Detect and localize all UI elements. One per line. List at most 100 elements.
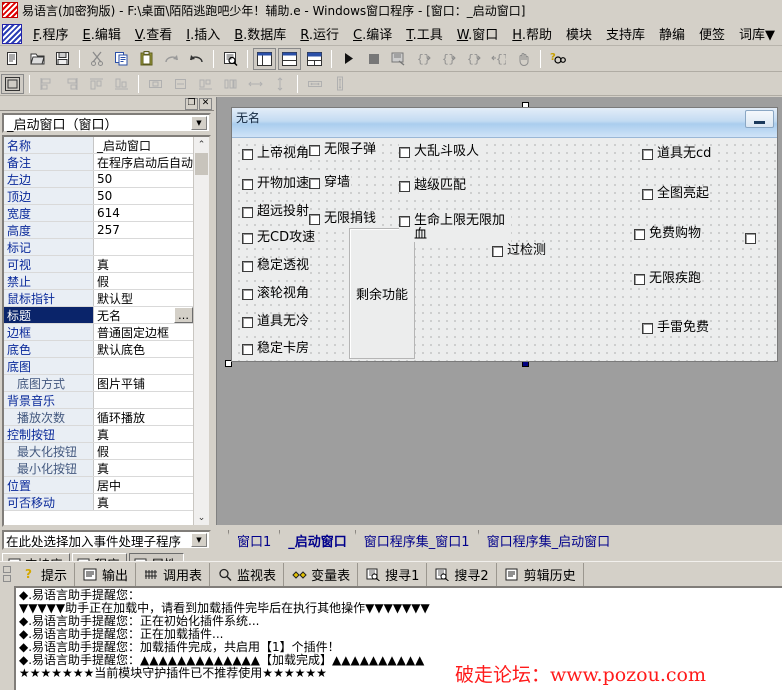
checkbox-开物加速[interactable]: 开物加速 [242, 176, 311, 192]
menu-item-8[interactable]: W.窗口 [450, 22, 506, 45]
checkbox-box[interactable] [745, 233, 756, 244]
undo-icon[interactable] [185, 48, 208, 70]
property-row[interactable]: 底图方式 图片平铺 [4, 375, 193, 392]
bottom-tab-0[interactable]: ? 提示 [14, 562, 76, 586]
property-value[interactable]: 图片平铺 [94, 375, 193, 391]
checkbox-无限捐钱[interactable]: 无限捐钱 [309, 211, 378, 227]
checkbox-稳定透视[interactable]: 稳定透视 [242, 258, 311, 274]
property-row[interactable]: 标记 [4, 239, 193, 256]
paste-icon[interactable] [135, 48, 158, 70]
event-selector-combo[interactable]: 在此处选择加入事件处理子程序 ▼ [2, 530, 211, 550]
menu-item-7[interactable]: T.工具 [399, 22, 450, 45]
checkbox-unlabeled-20[interactable] [745, 230, 757, 245]
form-designer-icon[interactable] [1, 73, 24, 94]
property-value[interactable] [94, 358, 193, 374]
checkbox-box[interactable] [492, 246, 503, 257]
open-folder-icon[interactable] [26, 48, 49, 70]
property-row[interactable]: 禁止假 [4, 273, 193, 290]
checkbox-box[interactable] [242, 344, 253, 355]
save-icon[interactable] [51, 48, 74, 70]
property-row[interactable]: 底色 默认底色 [4, 341, 193, 358]
view-tab-1[interactable]: _启动窗口 [273, 530, 355, 550]
property-value[interactable]: 循环播放 [94, 409, 193, 425]
checkbox-手雷免费[interactable]: 手雷免费 [642, 320, 711, 336]
align-right-icon[interactable] [60, 74, 83, 94]
property-row[interactable]: 备注 在程序启动后自动 [4, 154, 193, 171]
checkbox-box[interactable] [242, 289, 253, 300]
checkbox-box[interactable] [242, 261, 253, 272]
checkbox-box[interactable] [242, 179, 253, 190]
checkbox-box[interactable] [242, 207, 253, 218]
copy-icon[interactable] [110, 48, 133, 70]
menu-item-6[interactable]: C.编译 [346, 22, 399, 45]
form-canvas[interactable]: 剩余功能 上帝视角 开物加速 超远投射 无CD攻速 稳定透视 滚轮视角 道具无冷 稳定卡房 无限… [232, 138, 777, 361]
property-row[interactable]: 鼠标指针 默认型 [4, 290, 193, 307]
chevron-down-icon[interactable]: ▼ [191, 533, 207, 547]
run-to-cursor-icon[interactable]: {} [487, 48, 510, 70]
hand-icon[interactable] [512, 48, 535, 70]
space-horizontal-icon[interactable] [219, 74, 242, 94]
checkbox-box[interactable] [399, 147, 410, 158]
layout-rows-icon[interactable] [278, 47, 301, 70]
property-value[interactable]: 真 [94, 256, 193, 272]
property-value[interactable]: 默认型 [94, 290, 193, 306]
bottom-tab-7[interactable]: 剪辑历史 [497, 562, 584, 586]
property-row[interactable]: 背景音乐 [4, 392, 193, 409]
checkbox-无限疾跑[interactable]: 无限疾跑 [634, 271, 703, 287]
property-editor-button[interactable]: … [174, 307, 193, 323]
property-value[interactable]: 无名… [94, 307, 193, 323]
property-row[interactable]: 底图 [4, 358, 193, 375]
checkbox-无CD攻速[interactable]: 无CD攻速 [242, 230, 317, 246]
menu-item-9[interactable]: H.帮助 [505, 22, 559, 45]
checkbox-大乱斗吸人[interactable]: 大乱斗吸人 [399, 144, 481, 160]
property-row[interactable]: 顶边 50 [4, 188, 193, 205]
property-value[interactable]: 真 [94, 426, 193, 442]
view-tab-2[interactable]: 窗口程序集_窗口1 [348, 530, 478, 550]
checkbox-box[interactable] [399, 181, 410, 192]
menu-item-5[interactable]: R.运行 [293, 22, 346, 45]
space-vertical-icon[interactable] [194, 74, 217, 94]
property-row[interactable]: 最大化按钮假 [4, 443, 193, 460]
cut-icon[interactable] [85, 48, 108, 70]
property-row[interactable]: 可否移动真 [4, 494, 193, 511]
property-row[interactable]: 播放次数 循环播放 [4, 409, 193, 426]
bottom-tab-5[interactable]: 搜寻1 [358, 562, 428, 586]
size-width-icon[interactable] [303, 74, 326, 94]
checkbox-box[interactable] [309, 145, 320, 156]
chevron-down-icon[interactable]: ▼ [191, 116, 207, 130]
property-value[interactable]: 真 [94, 460, 193, 476]
checkbox-上帝视角[interactable]: 上帝视角 [242, 146, 311, 162]
bottom-tab-3[interactable]: 监视表 [210, 562, 285, 586]
view-tab-0[interactable]: 窗口1 [222, 530, 280, 550]
menu-item-13[interactable]: 便签 [692, 22, 732, 45]
same-height-icon[interactable] [269, 74, 292, 94]
property-row[interactable]: 可视真 [4, 256, 193, 273]
menu-item-2[interactable]: V.查看 [128, 22, 179, 45]
layout-columns-icon[interactable] [253, 47, 276, 70]
bottom-tab-4[interactable]: 变量表 [284, 562, 359, 586]
redo-icon[interactable] [160, 48, 183, 70]
designed-form[interactable]: 无名 剩余功能 上帝视角 开物加速 超远投射 无CD攻速 稳定透视 滚轮视角 道具无冷 稳定卡… [231, 107, 778, 362]
minimize-button[interactable] [745, 110, 774, 128]
checkbox-滚轮视角[interactable]: 滚轮视角 [242, 286, 311, 302]
bottom-tab-1[interactable]: 输出 [75, 562, 137, 586]
checkbox-box[interactable] [309, 178, 320, 189]
center-vertical-icon[interactable] [169, 74, 192, 94]
find-help-icon[interactable]: ? [546, 48, 569, 70]
menu-item-0[interactable]: F.程序 [26, 22, 76, 45]
property-row[interactable]: 边框 普通固定边框 [4, 324, 193, 341]
group-box-remaining-functions[interactable]: 剩余功能 [349, 228, 415, 359]
step-over-icon[interactable]: {} [437, 48, 460, 70]
property-value[interactable]: 真 [94, 494, 193, 510]
property-value[interactable]: 257 [94, 222, 193, 238]
property-value[interactable] [94, 239, 193, 255]
property-row[interactable]: 高度 257 [4, 222, 193, 239]
property-row[interactable]: 位置 居中 [4, 477, 193, 494]
property-row[interactable]: 标题 无名… [4, 307, 193, 324]
step-out-icon[interactable]: {} [462, 48, 485, 70]
property-value[interactable] [94, 392, 193, 408]
pane-grip[interactable] [2, 566, 11, 584]
property-grid-scrollbar[interactable]: ⌃ ⌄ [193, 137, 209, 525]
property-value[interactable]: 614 [94, 205, 193, 221]
step-into-icon[interactable]: {} [412, 48, 435, 70]
